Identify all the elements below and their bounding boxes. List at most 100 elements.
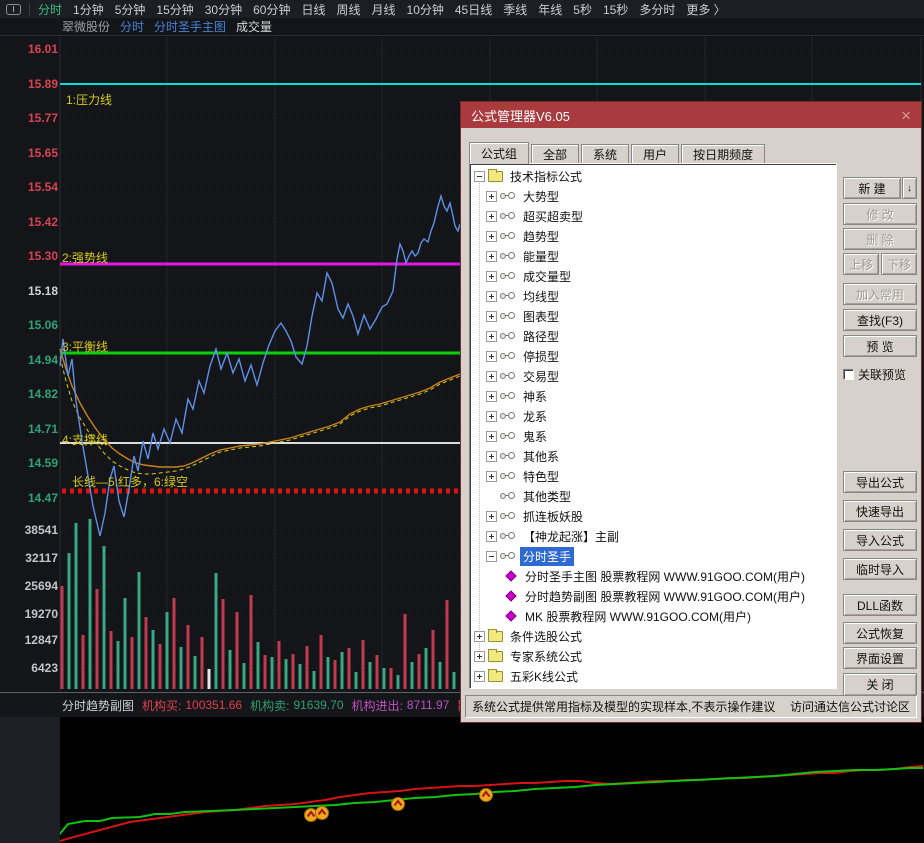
close-button[interactable]: 关 闭 <box>843 673 917 696</box>
tree-item-10[interactable]: 交易型 <box>470 366 836 386</box>
tab-user[interactable]: 用户 <box>631 144 679 164</box>
tree-item-3[interactable]: 趋势型 <box>470 226 836 246</box>
tree-item-18[interactable]: 【神龙起涨】主副 <box>470 526 836 546</box>
forum-link[interactable]: 访问通达信公式讨论区 <box>790 698 910 715</box>
sub-indicator-name[interactable]: 分时趋势副图 <box>62 697 134 714</box>
volume-indicator-label[interactable]: 成交量 <box>236 18 272 35</box>
move-up-button[interactable]: 上移 <box>843 253 879 275</box>
menu-item-monthly[interactable]: 月线 <box>372 1 396 18</box>
tree-item-7[interactable]: 图表型 <box>470 306 836 326</box>
main-indicator-label[interactable]: 分时圣手主图 <box>154 18 226 35</box>
tree-item-2[interactable]: 超买超卖型 <box>470 206 836 226</box>
quick-export-button[interactable]: 快速导出 <box>843 500 917 522</box>
menu-item-fenshi[interactable]: 分时 <box>38 1 62 18</box>
expand-icon[interactable] <box>486 411 497 422</box>
ui-settings-button[interactable]: 界面设置 <box>843 647 917 669</box>
menu-item-60min[interactable]: 60分钟 <box>253 1 290 18</box>
expand-icon[interactable] <box>486 231 497 242</box>
menu-item-weekly[interactable]: 周线 <box>336 1 360 18</box>
expand-icon[interactable] <box>486 351 497 362</box>
menu-item-more[interactable]: 更多 〉 <box>686 1 725 18</box>
tree-item-24[interactable]: 专家系统公式 <box>470 646 836 666</box>
expand-icon[interactable] <box>486 371 497 382</box>
expand-icon[interactable] <box>474 671 485 682</box>
menu-item-daily[interactable]: 日线 <box>301 1 325 18</box>
tree-item-25[interactable]: 五彩K线公式 <box>470 666 836 686</box>
find-button[interactable]: 查找(F3) <box>843 309 917 331</box>
tab-all[interactable]: 全部 <box>531 144 579 164</box>
menu-item-10min[interactable]: 10分钟 <box>407 1 444 18</box>
expand-icon[interactable] <box>474 651 485 662</box>
new-dropdown-button[interactable]: ↓ <box>902 177 917 199</box>
menu-item-1min[interactable]: 1分钟 <box>73 1 104 18</box>
tree-item-13[interactable]: 鬼系 <box>470 426 836 446</box>
expand-icon[interactable] <box>474 631 485 642</box>
tree-item-14[interactable]: 其他系 <box>470 446 836 466</box>
expand-icon[interactable] <box>486 451 497 462</box>
expand-icon[interactable] <box>486 391 497 402</box>
collapse-icon[interactable] <box>486 551 497 562</box>
tree-item-12[interactable]: 龙系 <box>470 406 836 426</box>
expand-icon[interactable] <box>486 331 497 342</box>
export-formula-button[interactable]: 导出公式 <box>843 471 917 493</box>
menu-item-yearly[interactable]: 年线 <box>538 1 562 18</box>
linked-preview-option[interactable]: 关联预览 <box>843 366 906 383</box>
expand-icon[interactable] <box>486 531 497 542</box>
menu-item-15min[interactable]: 15分钟 <box>156 1 193 18</box>
temp-import-button[interactable]: 临时导入 <box>843 558 917 580</box>
expand-icon[interactable] <box>486 191 497 202</box>
tree-item-15[interactable]: 特色型 <box>470 466 836 486</box>
tab-by-date[interactable]: 按日期频度 <box>681 144 765 164</box>
import-formula-button[interactable]: 导入公式 <box>843 529 917 551</box>
tree-item-22[interactable]: MK 股票教程网 WWW.91GOO.COM(用户) <box>470 606 836 626</box>
stock-name[interactable]: 翠微股份 <box>62 18 110 35</box>
tab-system[interactable]: 系统 <box>581 144 629 164</box>
menu-item-30min[interactable]: 30分钟 <box>205 1 242 18</box>
panel-toggle-icon[interactable]: I <box>6 4 21 15</box>
bottom-indicator-panel[interactable] <box>0 717 924 843</box>
dialog-titlebar[interactable]: 公式管理器V6.05 × <box>461 102 921 128</box>
expand-icon[interactable] <box>486 271 497 282</box>
menu-item-15sec[interactable]: 15秒 <box>603 1 628 18</box>
dll-functions-button[interactable]: DLL函数 <box>843 594 917 616</box>
tree-item-5[interactable]: 成交量型 <box>470 266 836 286</box>
formula-tree[interactable]: 技术指标公式 大势型 超买超卖型 趋势型 能量型 <box>469 163 837 689</box>
expand-icon[interactable] <box>486 511 497 522</box>
menu-item-5min[interactable]: 5分钟 <box>115 1 146 18</box>
tree-item-1[interactable]: 大势型 <box>470 186 836 206</box>
menu-item-quarterly[interactable]: 季线 <box>503 1 527 18</box>
close-icon[interactable]: × <box>901 107 911 124</box>
period-label[interactable]: 分时 <box>120 18 144 35</box>
collapse-icon[interactable] <box>474 171 485 182</box>
menu-item-multi-fenshi[interactable]: 多分时 <box>639 1 675 18</box>
tree-item-6[interactable]: 均线型 <box>470 286 836 306</box>
tree-item-11[interactable]: 神系 <box>470 386 836 406</box>
tree-item-16[interactable]: 其他类型 <box>470 486 836 506</box>
expand-icon[interactable] <box>486 311 497 322</box>
preview-button[interactable]: 预 览 <box>843 335 917 357</box>
tree-item-23[interactable]: 条件选股公式 <box>470 626 836 646</box>
bottom-chart-canvas[interactable] <box>0 717 924 843</box>
delete-button[interactable]: 删 除 <box>843 228 917 250</box>
tree-item-21[interactable]: 分时趋势副图 股票教程网 WWW.91GOO.COM(用户) <box>470 586 836 606</box>
expand-icon[interactable] <box>486 431 497 442</box>
expand-icon[interactable] <box>486 211 497 222</box>
expand-icon[interactable] <box>486 471 497 482</box>
modify-button[interactable]: 修 改 <box>843 203 917 225</box>
move-down-button[interactable]: 下移 <box>881 253 917 275</box>
tree-item-17[interactable]: 抓连板妖股 <box>470 506 836 526</box>
new-button[interactable]: 新 建 <box>843 177 901 199</box>
tree-item-8[interactable]: 路径型 <box>470 326 836 346</box>
checkbox-icon[interactable] <box>843 369 854 380</box>
tree-item-4[interactable]: 能量型 <box>470 246 836 266</box>
tree-item-9[interactable]: 停损型 <box>470 346 836 366</box>
menu-item-45day[interactable]: 45日线 <box>455 1 492 18</box>
formula-restore-button[interactable]: 公式恢复 <box>843 622 917 644</box>
tree-item-19-selected[interactable]: 分时圣手 <box>470 546 836 566</box>
expand-icon[interactable] <box>486 291 497 302</box>
menu-item-5sec[interactable]: 5秒 <box>573 1 592 18</box>
tab-formula-groups[interactable]: 公式组 <box>469 142 529 164</box>
add-to-common-button[interactable]: 加入常用 <box>843 283 917 305</box>
tree-item-0[interactable]: 技术指标公式 <box>470 166 836 186</box>
expand-icon[interactable] <box>486 251 497 262</box>
